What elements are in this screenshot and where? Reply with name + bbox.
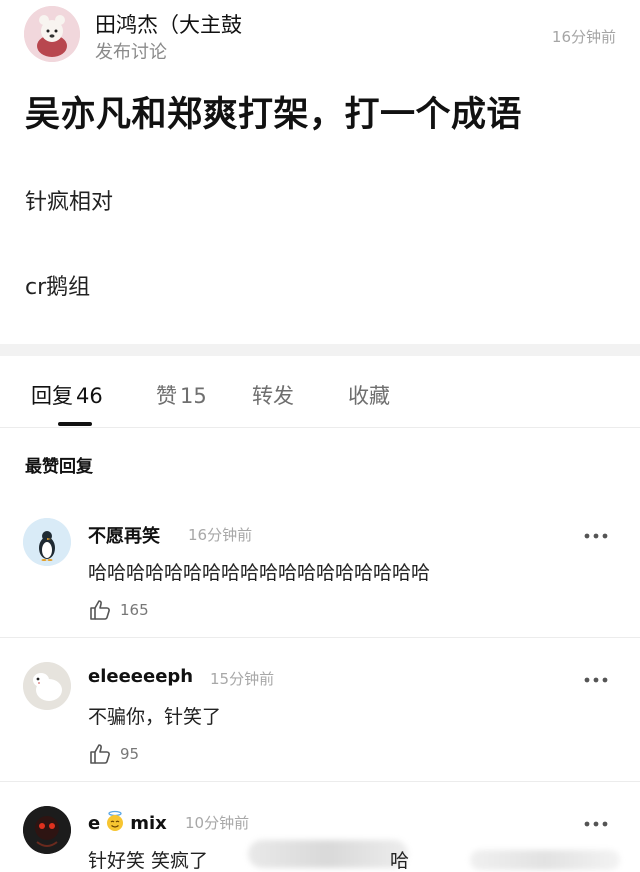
post-time: 16分钟前 [551,28,616,46]
blurred-text-overlay [248,840,408,868]
tab-favorites[interactable]: 收藏 [348,380,390,410]
post-header: 田鸿杰（大主鼓 发布讨论 16分钟前 [0,0,640,70]
commenter-name[interactable]: 不愿再笑 [88,522,160,548]
thumbs-up-icon [90,600,110,620]
post-body-line: cr鹅组 [25,275,91,300]
tab-label: 回复 [31,384,73,408]
commenter-name[interactable]: eleeeeeph [88,666,193,687]
tab-count: 46 [76,384,103,408]
active-tab-indicator [58,422,92,426]
post-title: 吴亦凡和郑爽打架，打一个成语 [25,95,523,135]
comment-text: 哈哈哈哈哈哈哈哈哈哈哈哈哈哈哈哈哈哈 [88,562,431,584]
comment-item: e mix 10分钟前 针好笑 笑疯了 哈 [0,798,640,872]
comment-text: 不骗你，针笑了 [88,706,222,728]
tab-likes[interactable]: 赞 15 [156,380,207,410]
section-label: 最赞回复 [25,457,93,477]
more-options-button[interactable] [584,808,608,832]
section-divider [0,344,640,356]
author-avatar[interactable] [24,6,80,62]
comment-text: 针好笑 笑疯了 [88,846,208,872]
post-action-label: 发布讨论 [95,42,167,63]
more-dots-icon [584,533,608,539]
tab-label: 收藏 [348,384,390,408]
thumbs-up-icon [90,744,110,764]
more-dots-icon [584,821,608,827]
post-body-line: 针疯相对 [25,190,114,215]
commenter-avatar[interactable] [23,662,71,710]
commenter-name-part: mix [130,813,167,834]
tab-replies[interactable]: 回复 46 [31,380,103,410]
commenter-name-part: e [88,813,101,834]
tab-label: 赞 [156,384,177,408]
comment-time: 16分钟前 [188,526,253,544]
tab-count: 15 [180,384,207,408]
like-count: 95 [120,745,140,763]
like-count: 165 [120,601,149,619]
comment-item: eleeeeeph 15分钟前 不骗你，针笑了 95 [0,654,640,782]
blurred-watermark-overlay [470,850,620,870]
comment-time: 10分钟前 [185,814,250,832]
like-button[interactable]: 165 [88,596,149,624]
like-button[interactable]: 95 [88,740,139,768]
tab-reposts[interactable]: 转发 [252,380,294,410]
comment-text-visible: 针好笑 笑疯了 [88,850,209,872]
commenter-name[interactable]: e mix [88,810,167,837]
comment-text-tail: 哈 [390,850,410,872]
halo-smile-emoji [104,810,126,837]
reply-tabs: 回复 46 赞 15 转发 收藏 [0,356,640,428]
tab-label: 转发 [252,384,294,408]
author-name[interactable]: 田鸿杰（大主鼓 [95,9,242,39]
commenter-avatar[interactable] [23,518,71,566]
comment-time: 15分钟前 [210,670,275,688]
comment-item: 不愿再笑 16分钟前 哈哈哈哈哈哈哈哈哈哈哈哈哈哈哈哈哈哈 165 [0,510,640,638]
more-options-button[interactable] [584,664,608,688]
more-options-button[interactable] [584,520,608,544]
commenter-avatar[interactable] [23,806,71,854]
more-dots-icon [584,677,608,683]
